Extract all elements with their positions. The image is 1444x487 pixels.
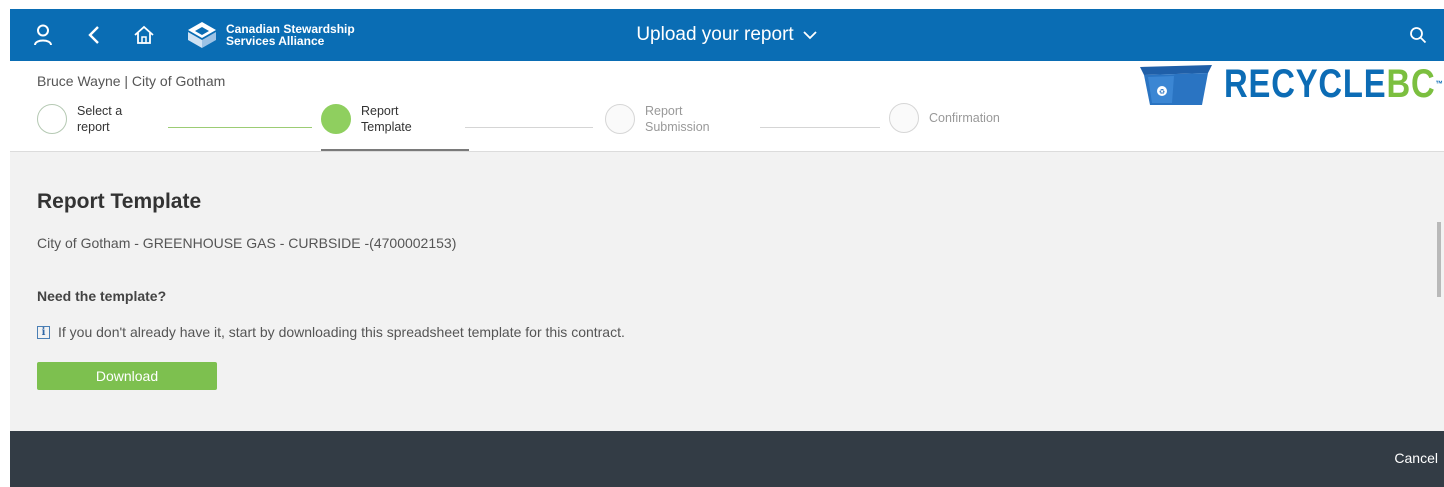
step-connector [760, 127, 880, 128]
step-indicator [321, 104, 351, 134]
search-icon[interactable] [1406, 9, 1430, 61]
top-bar: Canadian Stewardship Services Alliance U… [10, 9, 1444, 61]
step-indicator [37, 104, 67, 134]
download-button[interactable]: Download [37, 362, 217, 390]
user-org-label: Bruce Wayne | City of Gotham [37, 73, 226, 89]
logo-text-recycle: RECYCLE [1224, 62, 1387, 106]
step-label: Select a report [77, 104, 123, 134]
svg-text:♻: ♻ [1159, 88, 1165, 96]
csa-logo: Canadian Stewardship Services Alliance [186, 18, 355, 52]
step-confirmation[interactable]: Confirmation [889, 103, 1000, 133]
brand-line-2: Services Alliance [226, 34, 325, 48]
active-step-underline [321, 149, 469, 151]
step-connector [168, 127, 312, 128]
user-icon[interactable] [30, 9, 56, 61]
home-icon[interactable] [130, 9, 158, 61]
scrollbar[interactable] [1437, 222, 1441, 297]
wizard-header: Bruce Wayne | City of Gotham Select a re… [10, 61, 1444, 152]
step-label: Report Submission [645, 104, 710, 134]
step-connector [465, 127, 593, 128]
csa-logo-icon [188, 22, 216, 48]
logo-text-bc: BC [1386, 62, 1436, 106]
footer-bar: Cancel [10, 431, 1444, 487]
recycling-bin-icon: ♻ [1140, 65, 1212, 105]
section-title: Report Template [37, 190, 202, 213]
step-indicator [889, 103, 919, 133]
info-text: If you don't already have it, start by d… [58, 324, 625, 340]
step-indicator [605, 104, 635, 134]
step-report-template[interactable]: Report Template [321, 103, 412, 135]
recyclebc-logo: ♻ RECYCLEBC™ [1138, 61, 1444, 107]
step-label: Report Template [361, 104, 412, 134]
info-message: i If you don't already have it, start by… [37, 324, 625, 340]
info-icon: i [37, 325, 50, 339]
cancel-button[interactable]: Cancel [1394, 450, 1438, 466]
chevron-down-icon [802, 30, 818, 40]
logo-trademark: ™ [1435, 79, 1444, 89]
main-content: Report Template City of Gotham - GREENHO… [10, 152, 1444, 431]
step-label: Confirmation [929, 111, 1000, 125]
step-select-report[interactable]: Select a report [37, 103, 122, 135]
page-title-dropdown[interactable]: Upload your report [636, 24, 817, 46]
back-icon[interactable] [82, 9, 106, 61]
app-window: Canadian Stewardship Services Alliance U… [10, 9, 1444, 487]
need-template-heading: Need the template? [37, 288, 167, 304]
step-report-submission[interactable]: Report Submission [605, 103, 710, 135]
page-title: Upload your report [636, 24, 794, 45]
contract-name: City of Gotham - GREENHOUSE GAS - CURBSI… [37, 235, 457, 251]
